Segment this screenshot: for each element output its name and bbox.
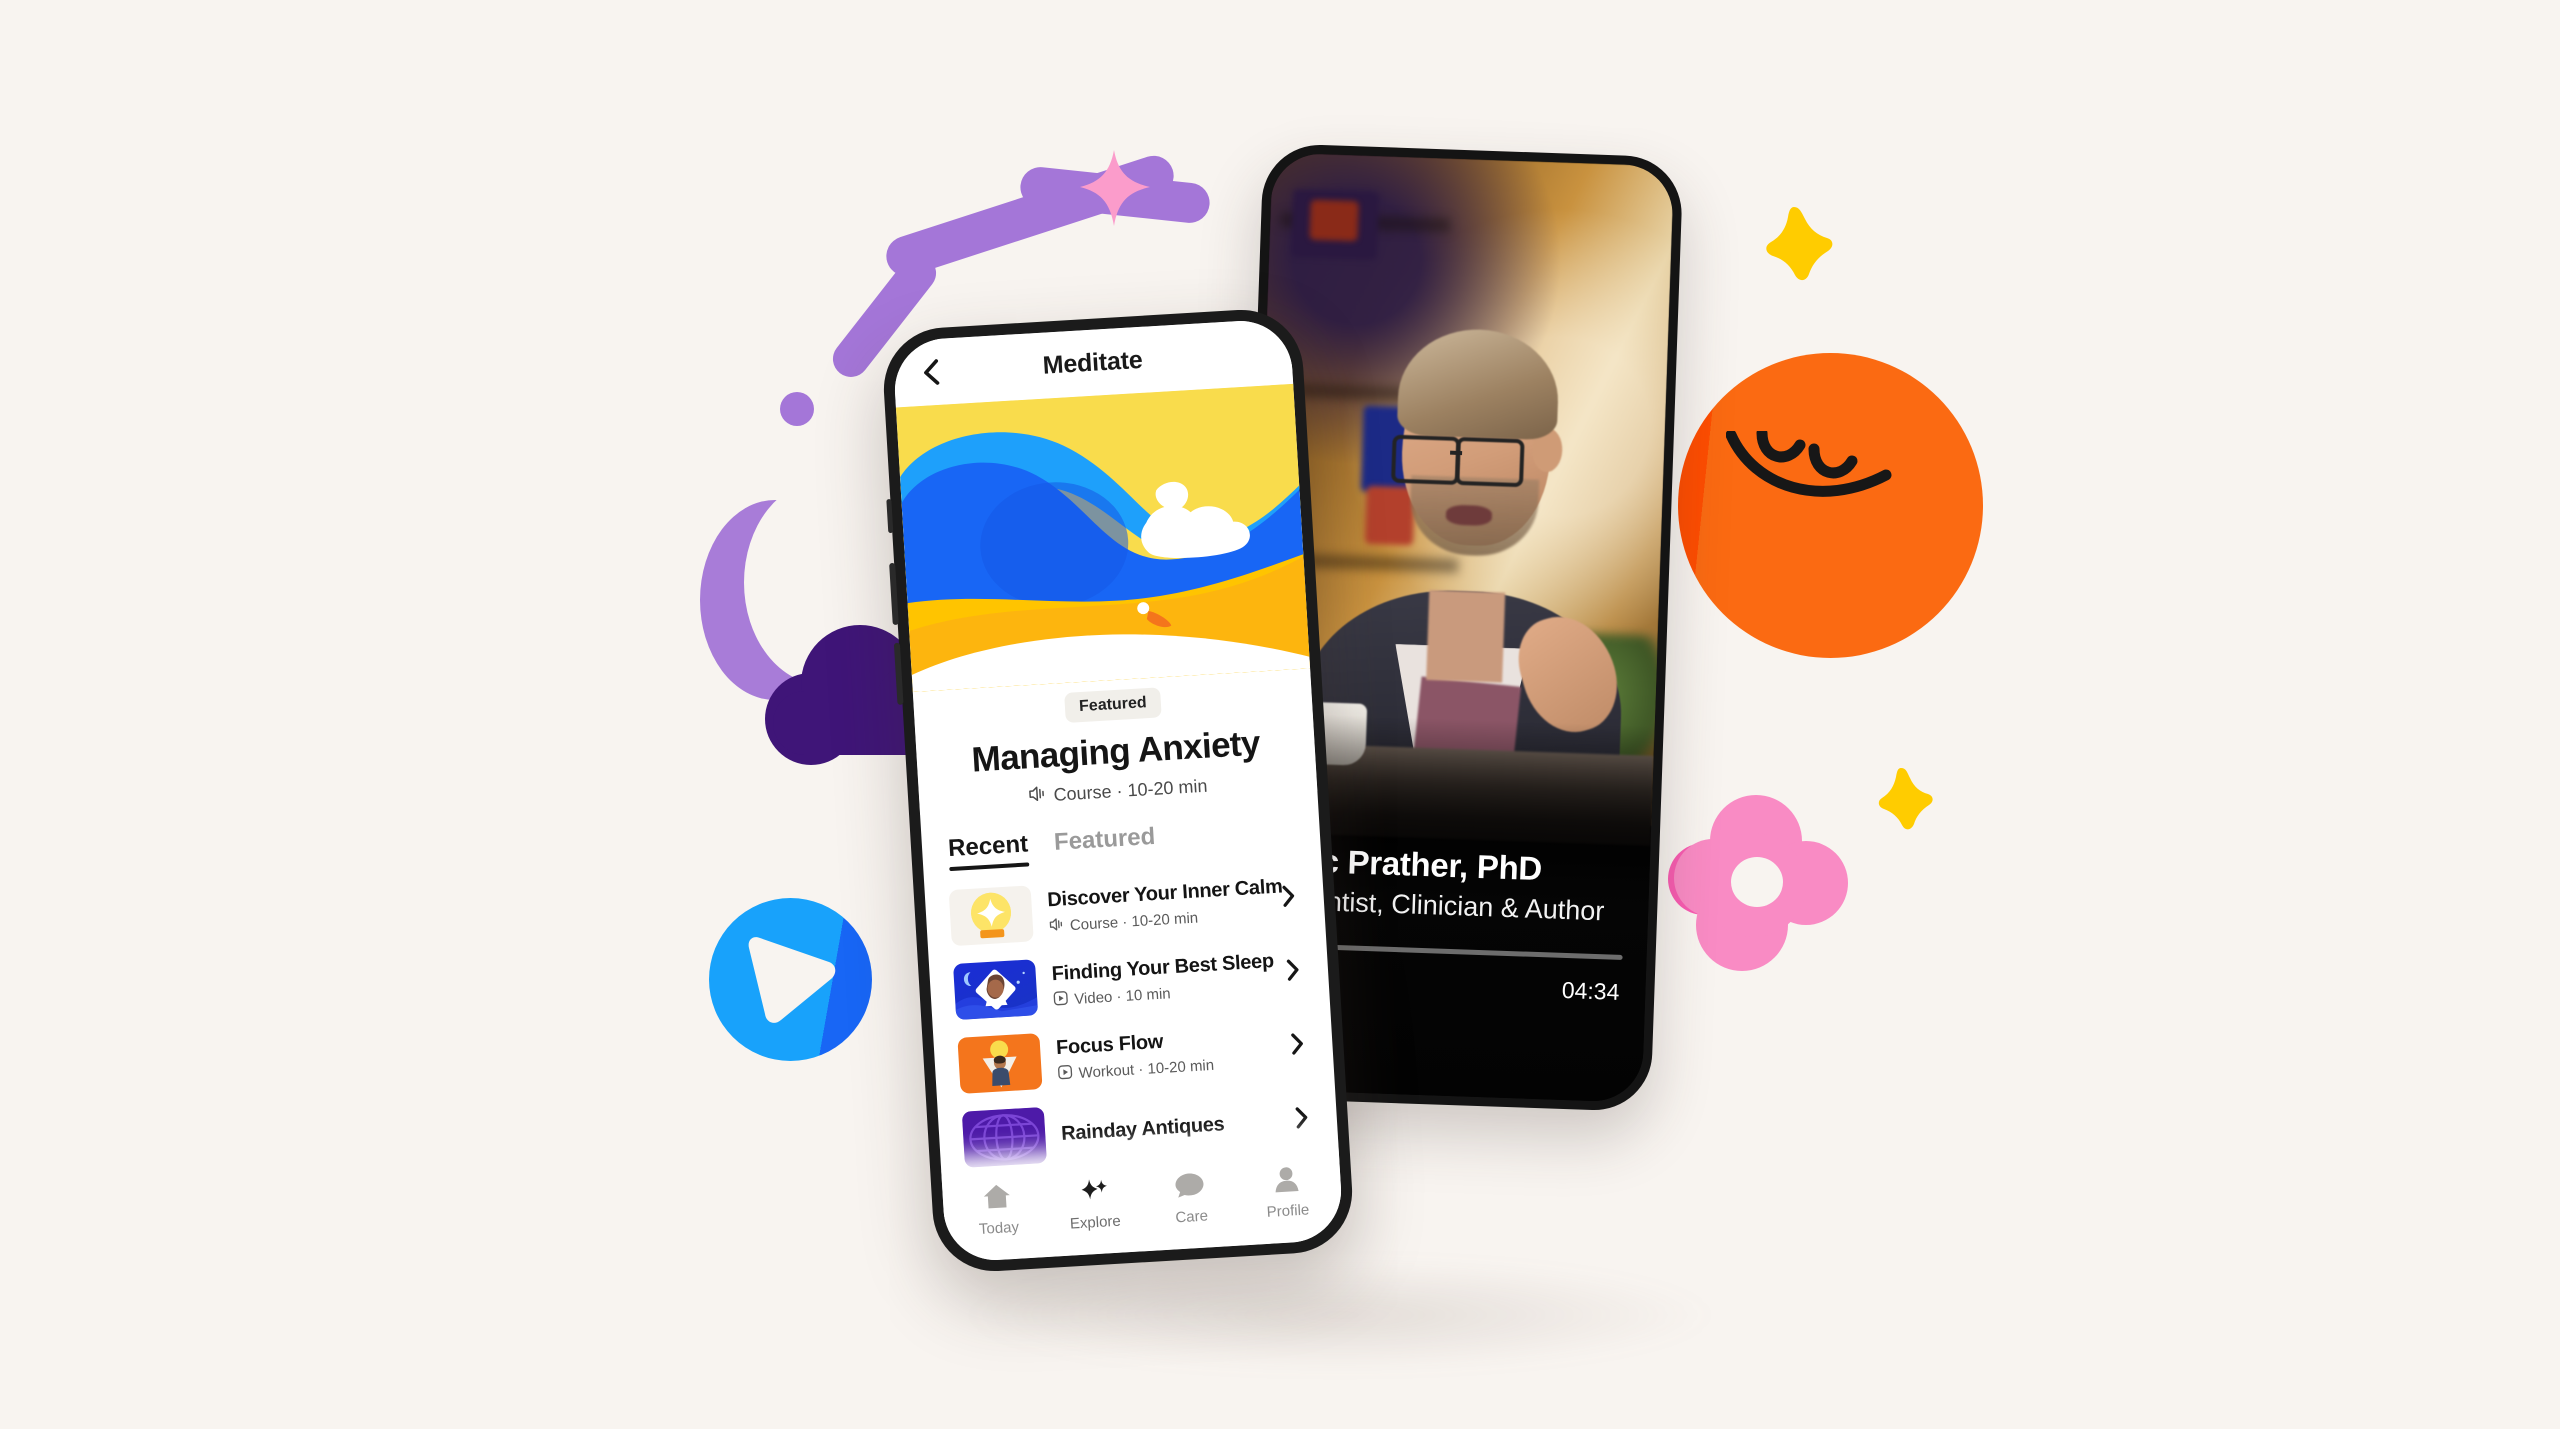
chevron-left-icon[interactable]	[915, 356, 947, 388]
audio-waves-icon	[1048, 916, 1064, 936]
list-item-text: Rainday Antiques	[1061, 1110, 1280, 1146]
list-item-meta-text: Course · 10-20 min	[1069, 908, 1199, 934]
status-badge: Featured	[1064, 687, 1162, 723]
app-phone-screen: Meditate Featured Managing Anxiety Cours…	[891, 318, 1345, 1263]
poster-canvas: Aric Prather, PhD Scientist, Clinician &…	[0, 0, 2560, 1429]
list-item-text: Discover Your Inner Calm Course · 10-20 …	[1047, 875, 1283, 936]
video-play-icon	[1057, 1064, 1073, 1084]
tab-bar-label: Explore	[1069, 1212, 1122, 1233]
tab-bar-item-explore[interactable]: Explore	[1053, 1173, 1136, 1233]
tab-recent[interactable]: Recent	[947, 830, 1029, 871]
app-phone: Meditate Featured Managing Anxiety Cours…	[880, 306, 1356, 1275]
home-icon	[981, 1181, 1013, 1216]
chevron-right-icon[interactable]	[1290, 1032, 1310, 1060]
pink-flower-shape	[1668, 795, 1848, 971]
tab-bar-label: Care	[1174, 1206, 1209, 1226]
tab-bar-label: Profile	[1266, 1200, 1310, 1221]
sparkle-diamond-icon	[1078, 1175, 1110, 1210]
tab-bar-item-today[interactable]: Today	[956, 1179, 1039, 1239]
yellow-star-top-icon	[1763, 205, 1835, 281]
list-item-text: Finding Your Best Sleep Video · 10 min	[1051, 950, 1274, 1010]
thumbnail-crystal-ball	[948, 885, 1034, 947]
blue-play-circle-icon	[709, 898, 872, 1061]
chevron-right-icon[interactable]	[1281, 884, 1301, 912]
chevron-right-icon[interactable]	[1285, 958, 1305, 986]
chevron-right-icon[interactable]	[1294, 1106, 1314, 1134]
purple-arc-dot	[780, 392, 814, 426]
phone-drop-shadow	[960, 1260, 1720, 1370]
featured-block: Featured Managing Anxiety Course · 10-20…	[912, 668, 1318, 815]
video-timestamp: 04:34	[1561, 976, 1620, 1005]
person-icon	[1270, 1163, 1302, 1198]
tab-bar-label: Today	[978, 1218, 1020, 1238]
video-play-icon	[1053, 990, 1069, 1010]
page-title: Meditate	[1041, 345, 1144, 380]
tab-bar-item-profile[interactable]: Profile	[1245, 1162, 1328, 1222]
chat-bubble-icon	[1174, 1169, 1206, 1204]
tab-featured[interactable]: Featured	[1053, 823, 1156, 865]
thumbnail-night-sleep	[953, 959, 1039, 1020]
audio-waves-icon	[1028, 784, 1047, 808]
tab-bar-item-care[interactable]: Care	[1149, 1168, 1232, 1228]
phone-mute-button[interactable]	[886, 498, 894, 534]
list-item-meta-text: Video · 10 min	[1073, 984, 1172, 1008]
thumbnail-rainday-antiques	[961, 1106, 1047, 1168]
list-item-title: Rainday Antiques	[1060, 1112, 1225, 1145]
list-item-meta-text: Workout · 10-20 min	[1078, 1056, 1215, 1082]
hero-wave-illustration	[895, 383, 1311, 692]
pink-sparkle-icon	[1080, 150, 1150, 226]
list-item-text: Focus Flow Workout · 10-20 min	[1055, 1024, 1275, 1084]
thumbnail-focus-flow	[957, 1033, 1043, 1094]
orange-smiley-blob	[1678, 353, 1983, 658]
yellow-star-bottom-icon	[1876, 766, 1936, 830]
